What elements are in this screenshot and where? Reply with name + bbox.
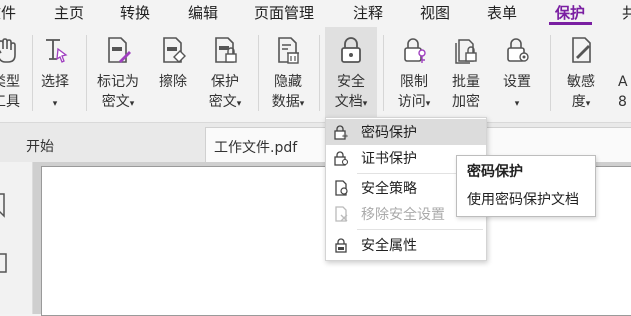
ribbon-button-label: 批量 加密 <box>452 74 480 110</box>
lock-icon <box>341 37 361 63</box>
active-tab-indicator <box>549 22 592 25</box>
tooltip-title: 密码保护 <box>467 164 523 180</box>
menu-page-management[interactable]: 页面管理 <box>254 2 314 23</box>
tab-label: 开始 <box>26 139 54 155</box>
menu-file[interactable]: 文件 <box>0 2 16 23</box>
ribbon-separator <box>383 35 384 111</box>
ribbon-button-restrict-access[interactable]: 限制 访问▾ <box>389 27 439 119</box>
menu-share[interactable]: 共享 <box>622 2 631 23</box>
menu-item-security-properties[interactable]: 安全属性 <box>326 232 486 258</box>
tab-start[interactable]: 开始 <box>10 127 200 163</box>
ribbon-button-protect-redaction[interactable]: 保护 密文▾ <box>200 27 250 119</box>
security-properties-icon <box>335 238 347 253</box>
ribbon-button-hide-data[interactable]: 隐藏 数据▾ <box>262 27 314 119</box>
ribbon-button-mark-redaction[interactable]: 标记为 密文▾ <box>92 27 144 119</box>
lock-key-icon <box>404 38 426 63</box>
ribbon-button-more[interactable]: A 8 <box>618 27 631 119</box>
menu-bar: 文件 主页 转换 编辑 页面管理 注释 视图 表单 保护 共享 <box>0 0 631 27</box>
ribbon-button-erase[interactable]: 擦除 <box>150 27 196 119</box>
bookmark-icon[interactable] <box>0 192 8 220</box>
ribbon-button-label: 类型 工具 <box>0 74 20 110</box>
ribbon-button-sensitivity[interactable]: 敏感 度▾ <box>556 27 606 119</box>
ribbon-button-label: 隐藏 数据▾ <box>271 74 305 110</box>
menu-item-label: 安全策略 <box>361 181 417 197</box>
certificate-lock-icon <box>334 151 349 166</box>
security-policy-icon <box>335 180 348 196</box>
menu-edit[interactable]: 编辑 <box>188 2 218 23</box>
sensitivity-icon <box>572 37 591 63</box>
tooltip: 密码保护 使用密码保护文档 <box>456 155 596 217</box>
ribbon-separator <box>86 35 87 111</box>
ribbon-separator <box>550 35 551 111</box>
pages-icon[interactable] <box>0 250 10 278</box>
menu-item-label: 证书保护 <box>361 151 417 167</box>
ribbon-separator <box>258 35 259 111</box>
menu-form[interactable]: 表单 <box>487 2 517 23</box>
redact-mark-icon <box>108 37 131 63</box>
ribbon-button-settings[interactable]: 设置 ▾ <box>494 27 540 119</box>
ribbon-button-label: 设置 ▾ <box>503 74 531 109</box>
menu-separator <box>357 229 483 230</box>
tooltip-description: 使用密码保护文档 <box>467 192 579 208</box>
menu-home[interactable]: 主页 <box>54 2 84 23</box>
batch-lock-icon <box>455 39 477 64</box>
ribbon-button-label: 选择 ▾ <box>41 74 69 109</box>
ribbon-toolbar: 类型 工具 选择▾ 标记为 密文▾ 擦除 保护 密文▾ 隐藏 数据▾ 安全 文档… <box>0 27 631 122</box>
menu-view[interactable]: 视图 <box>420 2 450 23</box>
hand-icon <box>0 38 16 63</box>
menu-item-label: 移除安全设置 <box>361 207 445 223</box>
ribbon-button-type-tool[interactable]: 类型 工具 <box>0 27 30 119</box>
ribbon-separator <box>32 35 33 111</box>
svg-text:**: ** <box>342 134 348 140</box>
trash-doc-icon <box>278 37 299 64</box>
eraser-icon <box>163 37 186 63</box>
text-select-icon <box>46 39 68 63</box>
ribbon-separator <box>319 35 320 111</box>
ribbon-button-label: A 8 <box>618 74 628 110</box>
ribbon-button-batch-encrypt[interactable]: 批量 加密 <box>443 27 489 119</box>
remove-security-icon <box>335 206 348 222</box>
menu-protect[interactable]: 保护 <box>555 2 585 23</box>
ribbon-button-label: 安全 文档▾ <box>334 74 368 110</box>
lock-doc-icon <box>215 37 237 63</box>
ribbon-button-label: 敏感 度▾ <box>567 74 595 110</box>
lock-gear-icon <box>507 38 529 62</box>
password-lock-icon: ** <box>334 125 348 140</box>
ribbon-button-label: 标记为 密文▾ <box>97 74 139 110</box>
ribbon-button-label: 擦除 <box>159 74 187 90</box>
menu-item-label: 安全属性 <box>361 238 417 254</box>
ribbon-button-label: 限制 访问▾ <box>397 74 431 110</box>
ribbon-button-secure-document[interactable]: 安全 文档▾ <box>325 27 377 119</box>
ribbon-button-select[interactable]: 选择 ▾ <box>34 27 76 119</box>
ribbon-button-label: 保护 密文▾ <box>208 74 242 110</box>
menu-convert[interactable]: 转换 <box>120 2 150 23</box>
menu-item-password-protect[interactable]: ** 密码保护 <box>326 119 486 145</box>
menu-item-label: 密码保护 <box>361 125 417 141</box>
menu-comment[interactable]: 注释 <box>353 2 383 23</box>
left-side-panel <box>0 162 33 314</box>
